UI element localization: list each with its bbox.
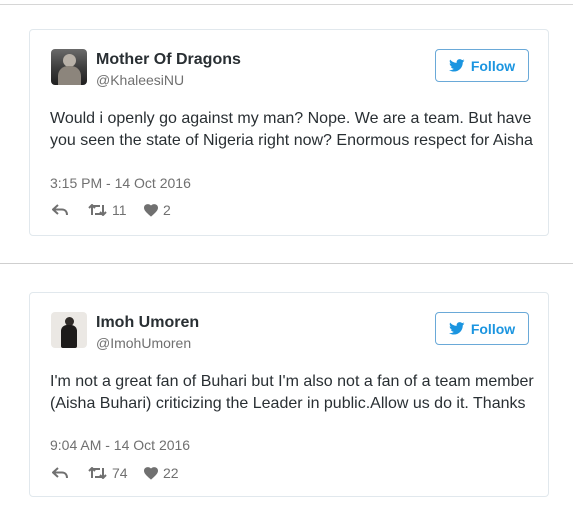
twitter-bird-icon (448, 322, 465, 335)
tweet-text: I'm not a great fan of Buhari but I'm al… (50, 373, 534, 412)
retweet-count: 74 (112, 465, 128, 481)
tweet-timestamp[interactable]: 9:04 AM - 14 Oct 2016 (50, 437, 190, 453)
section-divider (0, 263, 573, 264)
tweet-actions: 74 22 (52, 463, 184, 483)
retweet-button[interactable]: 11 (88, 202, 144, 218)
top-divider (0, 4, 573, 5)
like-count: 22 (163, 465, 179, 481)
display-name[interactable]: Imoh Umoren (96, 314, 199, 332)
reply-icon (52, 467, 68, 479)
display-name[interactable]: Mother Of Dragons (96, 51, 241, 69)
tweet-card: Imoh Umoren @ImohUmoren Follow I'm not a… (29, 292, 549, 497)
retweet-icon (88, 204, 107, 216)
twitter-bird-icon (448, 59, 465, 72)
reply-icon (52, 204, 68, 216)
heart-icon (144, 203, 158, 217)
tweet-card: Mother Of Dragons @KhaleesiNU Follow Wou… (29, 29, 549, 236)
like-button[interactable]: 22 (144, 465, 184, 481)
tweet-actions: 11 2 (52, 200, 184, 220)
retweet-icon (88, 467, 107, 479)
follow-button[interactable]: Follow (435, 312, 529, 345)
tweet-text: Would i openly go against my man? Nope. … (50, 110, 533, 149)
tweet-timestamp[interactable]: 3:15 PM - 14 Oct 2016 (50, 175, 191, 191)
like-button[interactable]: 2 (144, 202, 184, 218)
heart-icon (144, 466, 158, 480)
follow-button[interactable]: Follow (435, 49, 529, 82)
user-handle[interactable]: @KhaleesiNU (96, 72, 184, 88)
avatar[interactable] (51, 312, 87, 348)
follow-label: Follow (470, 57, 516, 74)
avatar[interactable] (51, 49, 87, 85)
user-handle[interactable]: @ImohUmoren (96, 335, 191, 351)
reply-button[interactable] (52, 204, 88, 216)
retweet-count: 11 (112, 202, 127, 218)
retweet-button[interactable]: 74 (88, 465, 144, 481)
follow-label: Follow (470, 320, 516, 337)
reply-button[interactable] (52, 467, 88, 479)
like-count: 2 (163, 202, 171, 218)
